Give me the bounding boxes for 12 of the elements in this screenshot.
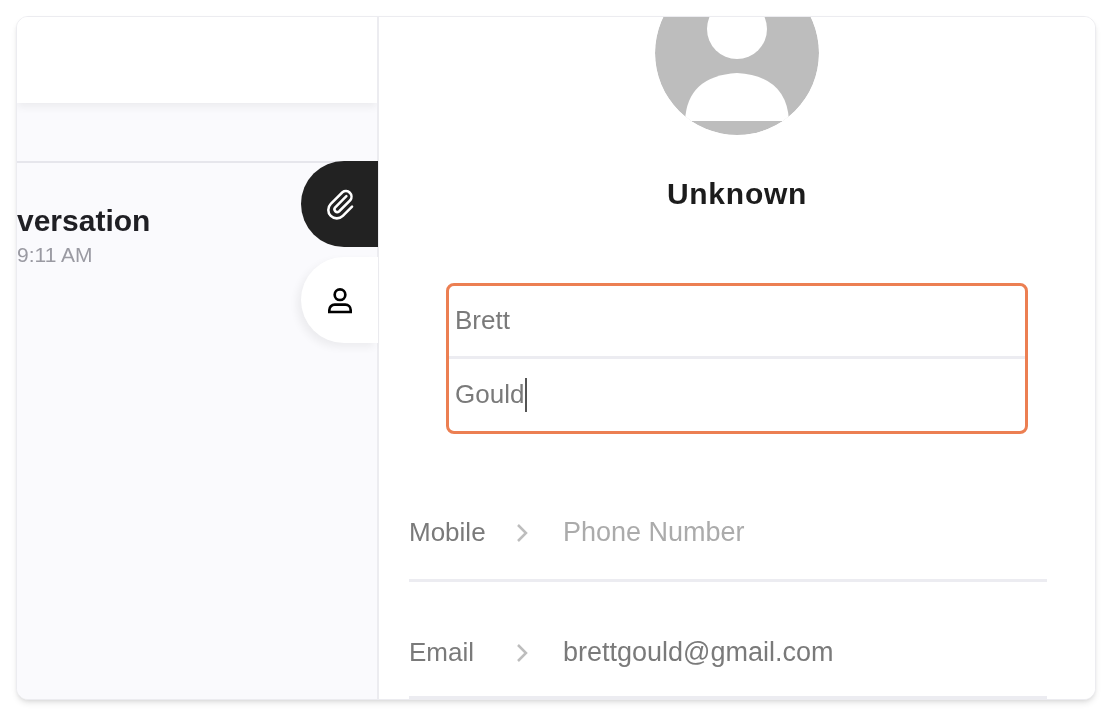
email-field[interactable]: brettgould@gmail.com [563, 632, 1047, 673]
last-name-field[interactable]: Gould [449, 358, 1025, 431]
conversation-time: 9:11 AM [17, 242, 94, 268]
field-label: Mobile [409, 516, 487, 549]
chevron-icon [515, 641, 529, 664]
chevron-icon [515, 521, 529, 544]
conversation-item[interactable]: versation 9:11 AM [17, 203, 287, 269]
conversation-title: versation [17, 203, 152, 239]
field-label: Email [409, 636, 475, 669]
contact-name: Unknown [666, 176, 808, 212]
phone-field[interactable]: Phone Number [563, 512, 1047, 553]
first-name-field[interactable]: Brett [449, 286, 1025, 359]
